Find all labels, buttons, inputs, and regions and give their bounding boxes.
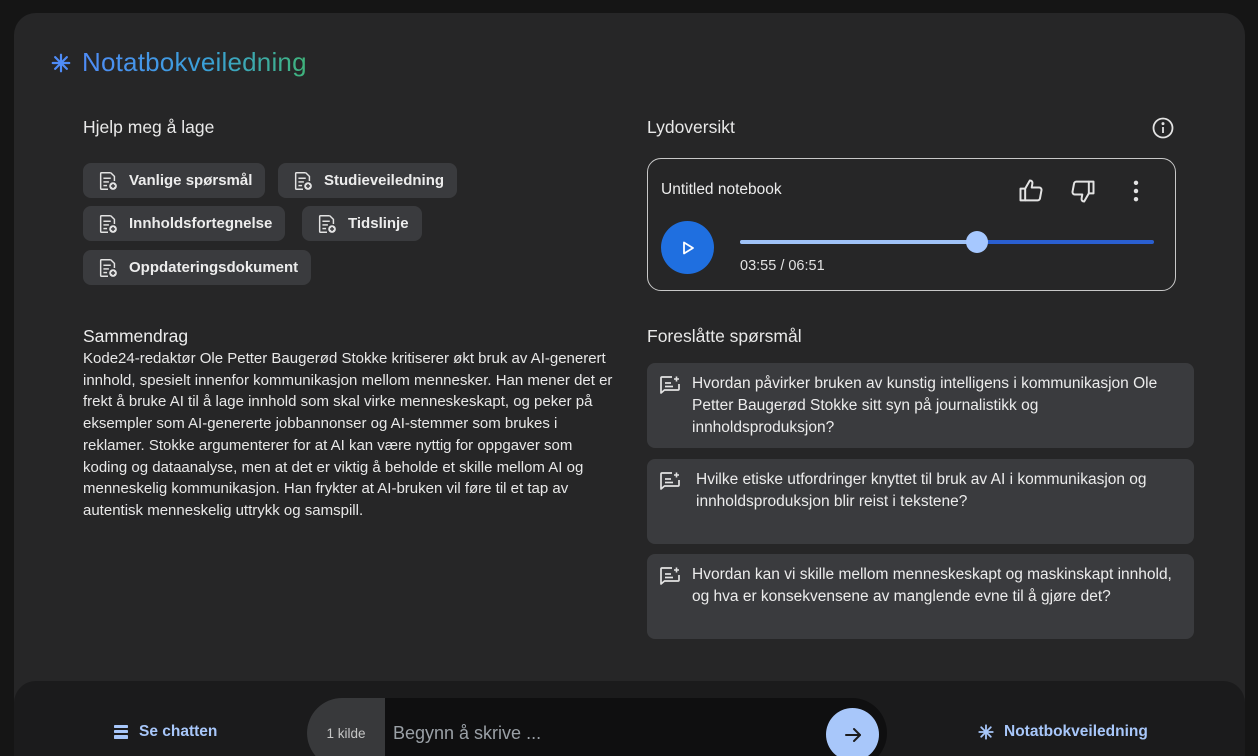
play-button[interactable]	[661, 221, 714, 274]
notebook-title: Untitled notebook	[661, 181, 782, 198]
chip-label: Oppdateringsdokument	[129, 259, 299, 276]
table-of-contents-chip[interactable]: Innholdsfortegnelse	[83, 206, 286, 241]
chip-label: Studieveiledning	[324, 172, 445, 189]
more-vert-icon[interactable]	[1122, 177, 1150, 205]
chat-spark-icon	[660, 472, 680, 490]
question-text: Hvordan kan vi skille mellom menneskeska…	[692, 566, 1172, 605]
question-text: Hvordan påvirker bruken av kunstig intel…	[692, 375, 1158, 436]
chip-label: Vanlige spørsmål	[129, 172, 253, 189]
chat-input[interactable]	[393, 718, 813, 748]
chat-spark-icon	[660, 376, 680, 394]
summary-title: Sammendrag	[83, 326, 189, 346]
timeline-chip[interactable]: Tidslinje	[302, 206, 422, 241]
view-chat-button[interactable]: Se chatten	[112, 723, 217, 741]
arrow-right-icon	[844, 727, 861, 742]
progress-fill	[740, 240, 977, 244]
chip-label: Innholdsfortegnelse	[129, 215, 273, 232]
guide-header: Notatbokveiledning	[50, 47, 307, 78]
note-add-icon	[99, 214, 117, 233]
suggested-question[interactable]: Hvilke etiske utfordringer knyttet til b…	[647, 459, 1194, 544]
note-add-icon	[294, 171, 312, 190]
sparkle-icon	[978, 724, 994, 740]
send-button[interactable]	[826, 708, 879, 756]
faq-chip[interactable]: Vanlige spørsmål	[83, 163, 266, 198]
source-count-chip[interactable]: 1 kilde	[307, 698, 385, 756]
chat-spark-icon	[660, 567, 680, 585]
question-text: Hvilke etiske utfordringer knyttet til b…	[696, 471, 1147, 510]
thumb-up-icon[interactable]	[1017, 177, 1045, 205]
notebook-guide-label: Notatbokveiledning	[1004, 723, 1148, 740]
note-add-icon	[99, 258, 117, 277]
chip-label: Tidslinje	[348, 215, 409, 232]
suggested-question[interactable]: Hvordan påvirker bruken av kunstig intel…	[647, 363, 1194, 448]
sparkle-icon	[51, 53, 71, 72]
study-guide-chip[interactable]: Studieveiledning	[278, 163, 458, 198]
suggested-question[interactable]: Hvordan kan vi skille mellom menneskeska…	[647, 554, 1194, 639]
note-add-icon	[99, 171, 117, 190]
thumb-down-icon[interactable]	[1069, 177, 1097, 205]
note-add-icon	[318, 214, 336, 233]
notebook-guide-button[interactable]: Notatbokveiledning	[977, 723, 1148, 741]
audio-progress-slider[interactable]	[740, 231, 1154, 253]
progress-handle[interactable]	[965, 231, 988, 253]
help-section-title: Hjelp meg å lage	[83, 117, 215, 137]
chat-icon	[114, 725, 128, 739]
view-chat-label: Se chatten	[139, 723, 218, 740]
info-icon[interactable]	[1151, 116, 1175, 140]
summary-text: Kode24-redaktør Ole Petter Baugerød Stok…	[83, 350, 613, 519]
audio-player-card: Untitled notebook 03:55 / 06:51	[647, 158, 1176, 291]
chat-input-container: 1 kilde	[307, 698, 887, 756]
play-icon	[682, 241, 694, 254]
playback-time: 03:55 / 06:51	[740, 258, 825, 274]
suggested-questions-title: Foreslåtte spørsmål	[647, 326, 802, 346]
page-title: Notatbokveiledning	[82, 47, 307, 77]
audio-overview-title: Lydoversikt	[647, 117, 735, 137]
briefing-doc-chip[interactable]: Oppdateringsdokument	[83, 250, 312, 285]
